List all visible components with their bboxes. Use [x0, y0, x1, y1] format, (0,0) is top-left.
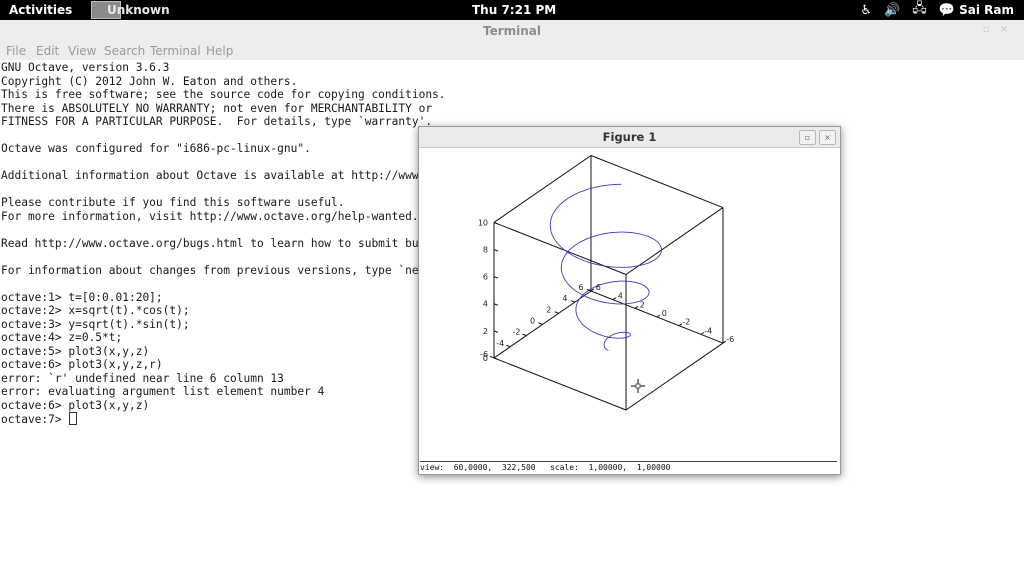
menu-view[interactable]: View	[68, 43, 96, 60]
terminal-line: Octave was configured for "i686-pc-linux…	[1, 142, 311, 155]
z-tick	[493, 249, 499, 252]
y-tick	[570, 300, 576, 303]
terminal-line: Read http://www.octave.org/bugs.html to …	[1, 236, 419, 250]
z-tick	[493, 330, 499, 333]
terminal-line: For information about changes from previ…	[1, 263, 419, 277]
z-tick	[493, 221, 499, 225]
terminal-line: octave:5> plot3(x,y,z)	[1, 344, 150, 358]
terminal-line: Additional information about Octave is a…	[1, 169, 419, 182]
helix-series-line	[549, 183, 662, 351]
x-tick-label: 0	[662, 309, 667, 318]
box-edge	[590, 290, 724, 344]
terminal-menubar: File Edit View Search Terminal Help	[0, 43, 1024, 61]
y-tick	[554, 311, 559, 314]
y-tick-label: -2	[512, 328, 520, 337]
x-tick-label: -2	[682, 318, 690, 327]
menu-file[interactable]: File	[6, 43, 26, 60]
z-tick	[493, 357, 499, 360]
y-tick-label: 6	[579, 283, 584, 292]
y-tick-label: 4	[562, 294, 567, 303]
terminal-titlebar[interactable]: Terminal	[0, 20, 1024, 43]
accessibility-icon[interactable]: ♿	[860, 3, 872, 18]
terminal-line: octave:6> plot3(x,y,z)	[1, 398, 150, 412]
plot-canvas[interactable]: -6 -4 -2 0 2 4 6 -6 -4 -2 0 2 4 6 0 2 4 6 8 10	[420, 148, 837, 462]
box-edge	[625, 342, 724, 411]
box-edge	[493, 221, 627, 275]
y-tick-label: 2	[546, 305, 551, 314]
terminal-window-buttons: ▫×	[983, 24, 1018, 35]
clock[interactable]: Thu 7:21 PM	[472, 3, 556, 17]
x-tick-label: 6	[596, 283, 601, 292]
terminal-line: octave:7>	[1, 413, 69, 426]
terminal-line: octave:6> plot3(x,y,z,r)	[1, 358, 163, 371]
terminal-title: Terminal	[482, 24, 542, 38]
terminal-line: This is free software; see the source co…	[1, 88, 446, 101]
x-tick-label: -6	[726, 335, 734, 344]
view-status: view: 60,0000, 322,500 scale: 1,00000, 1…	[420, 463, 671, 472]
menu-edit[interactable]: Edit	[36, 43, 59, 60]
crosshair-cursor-icon	[635, 383, 641, 389]
menu-search[interactable]: Search	[104, 43, 145, 60]
user-name: Sai Ram	[959, 2, 1014, 17]
box-edge	[493, 357, 627, 411]
y-tick-label: -4	[496, 339, 504, 348]
z-tick-label: 6	[483, 273, 488, 282]
plot3-chart[interactable]: -6-4-20246-6-4-202460246810	[420, 148, 837, 461]
terminal-line: Copyright (C) 2012 John W. Eaton and oth…	[1, 74, 298, 88]
app-menu-label[interactable]: Unknown	[107, 3, 170, 17]
terminal-line: octave:1> t=[0:0.01:20];	[1, 290, 163, 304]
terminal-line: octave:4> z=0.5*t;	[1, 331, 123, 344]
figure-window[interactable]: Figure 1 ▫ × -6 -4 -2 0 2 4 6 -6 -4 -2 0 2 4 6 0 2 4 6 8 10…	[418, 126, 841, 475]
terminal-line: octave:2> x=sqrt(t).*cos(t);	[1, 304, 190, 317]
y-tick	[506, 344, 511, 348]
maximize-icon[interactable]: ▫	[983, 24, 1000, 35]
user-menu[interactable]: 💬 Sai Ram	[939, 3, 1014, 18]
z-tick-label: 8	[483, 246, 488, 255]
close-icon[interactable]: ×	[819, 130, 836, 145]
z-tick	[493, 303, 499, 306]
activities-button[interactable]: Activities	[9, 3, 72, 17]
x-tick	[612, 297, 617, 301]
terminal-text: GNU Octave, version 3.6.3 Copyright (C) …	[1, 61, 446, 427]
x-tick-label: 2	[640, 300, 645, 309]
y-tick	[522, 333, 527, 337]
menu-help[interactable]: Help	[206, 43, 233, 60]
maximize-icon[interactable]: ▫	[799, 130, 816, 145]
system-tray: ♿ 🔊 🖧 💬 Sai Ram	[860, 0, 1014, 21]
terminal-line: Please contribute if you find this softw…	[1, 196, 345, 209]
box-edge	[625, 207, 724, 275]
figure-titlebar[interactable]: Figure 1	[419, 127, 840, 148]
menu-terminal[interactable]: Terminal	[150, 43, 201, 60]
terminal-line: FITNESS FOR A PARTICULAR PURPOSE. For de…	[1, 115, 433, 128]
z-tick-label: 10	[478, 218, 488, 227]
z-tick-label: 4	[483, 300, 488, 309]
terminal-line: octave:3> y=sqrt(t).*sin(t);	[1, 317, 190, 331]
y-tick	[489, 355, 495, 359]
x-tick	[656, 314, 661, 318]
y-tick	[538, 322, 543, 325]
box-edge	[590, 155, 724, 209]
figure-title: Figure 1	[602, 130, 657, 144]
x-tick	[634, 305, 639, 309]
terminal-line: error: evaluating argument list element …	[1, 385, 325, 398]
x-tick-label: 4	[618, 292, 623, 301]
terminal-line: error: `r' undefined near line 6 column …	[1, 371, 284, 385]
top-panel: Activities Unknown Thu 7:21 PM ♿ 🔊 🖧 💬 S…	[0, 0, 1024, 20]
x-tick-label: -4	[704, 326, 712, 335]
volume-icon[interactable]: 🔊	[884, 3, 900, 18]
network-icon[interactable]: 🖧	[912, 0, 927, 21]
z-tick	[493, 276, 499, 279]
terminal-line: GNU Octave, version 3.6.3	[1, 61, 170, 74]
terminal-line: There is ABSOLUTELY NO WARRANTY; not eve…	[1, 101, 433, 115]
terminal-line: For more information, visit http://www.o…	[1, 209, 419, 223]
close-icon[interactable]: ×	[1000, 24, 1018, 35]
y-tick-label: 0	[530, 317, 535, 326]
text-cursor	[69, 412, 78, 425]
z-tick-label: 2	[483, 327, 488, 336]
z-tick-label: 0	[483, 354, 488, 363]
box-edge	[493, 155, 592, 223]
chat-icon: 💬	[938, 2, 955, 18]
